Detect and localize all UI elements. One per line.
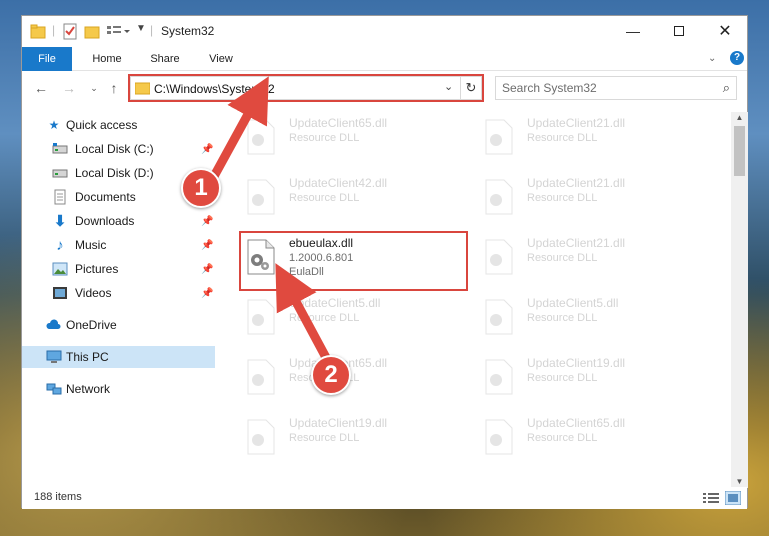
callout-arrows [208, 76, 334, 368]
callout-badge-2: 2 [311, 355, 351, 395]
arrow-to-address [208, 76, 269, 183]
callout-badge-1: 1 [181, 168, 221, 208]
arrow-to-file [275, 263, 334, 368]
